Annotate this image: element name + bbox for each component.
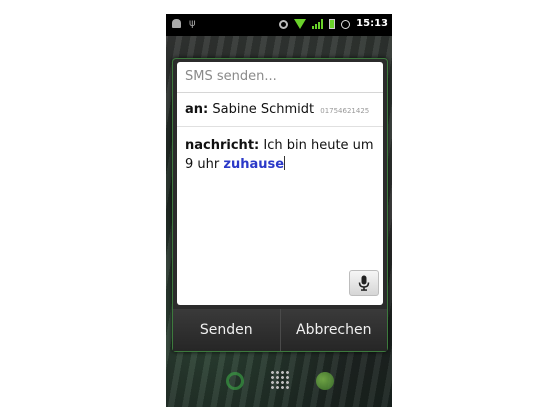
sync-icon (279, 19, 289, 29)
browser-icon[interactable] (316, 372, 334, 390)
microphone-icon (358, 275, 370, 291)
cancel-button[interactable]: Abbrechen (279, 309, 387, 351)
alarm-icon (341, 19, 351, 29)
to-label: an: (185, 102, 209, 117)
recipient-row[interactable]: an: Sabine Schmidt 01754621425 (185, 102, 369, 117)
message-field[interactable]: nachricht: Ich bin heute um 9 uhr zuhaus… (185, 136, 379, 174)
phone-screen: ψ 15:13 SMS senden... an: Sabine Schmidt… (166, 14, 392, 407)
recipient-number: 01754621425 (320, 107, 370, 115)
signal-icon (312, 19, 324, 29)
home-dock (166, 364, 392, 407)
message-highlight: zuhause (223, 157, 285, 172)
recipient-name: Sabine Schmidt (212, 102, 315, 117)
battery-icon (329, 19, 336, 29)
dialog-body: SMS senden... an: Sabine Schmidt 0175462… (177, 62, 383, 305)
dialog-title: SMS senden... (185, 69, 277, 84)
sms-dialog: SMS senden... an: Sabine Schmidt 0175462… (172, 58, 388, 352)
text-cursor (284, 156, 286, 170)
voice-input-button[interactable] (349, 270, 379, 296)
divider (177, 92, 383, 93)
phone-icon[interactable] (226, 372, 244, 390)
status-bar: ψ 15:13 (166, 14, 392, 36)
message-label: nachricht: (185, 138, 260, 153)
status-time: 15:13 (356, 18, 388, 29)
divider (177, 126, 383, 127)
usb-icon: ψ (189, 18, 196, 29)
dialog-buttons: Senden Abbrechen (173, 309, 387, 351)
android-icon (172, 19, 181, 28)
app-grid-icon[interactable] (270, 370, 290, 390)
wifi-icon (294, 19, 307, 29)
send-button[interactable]: Senden (173, 309, 280, 351)
